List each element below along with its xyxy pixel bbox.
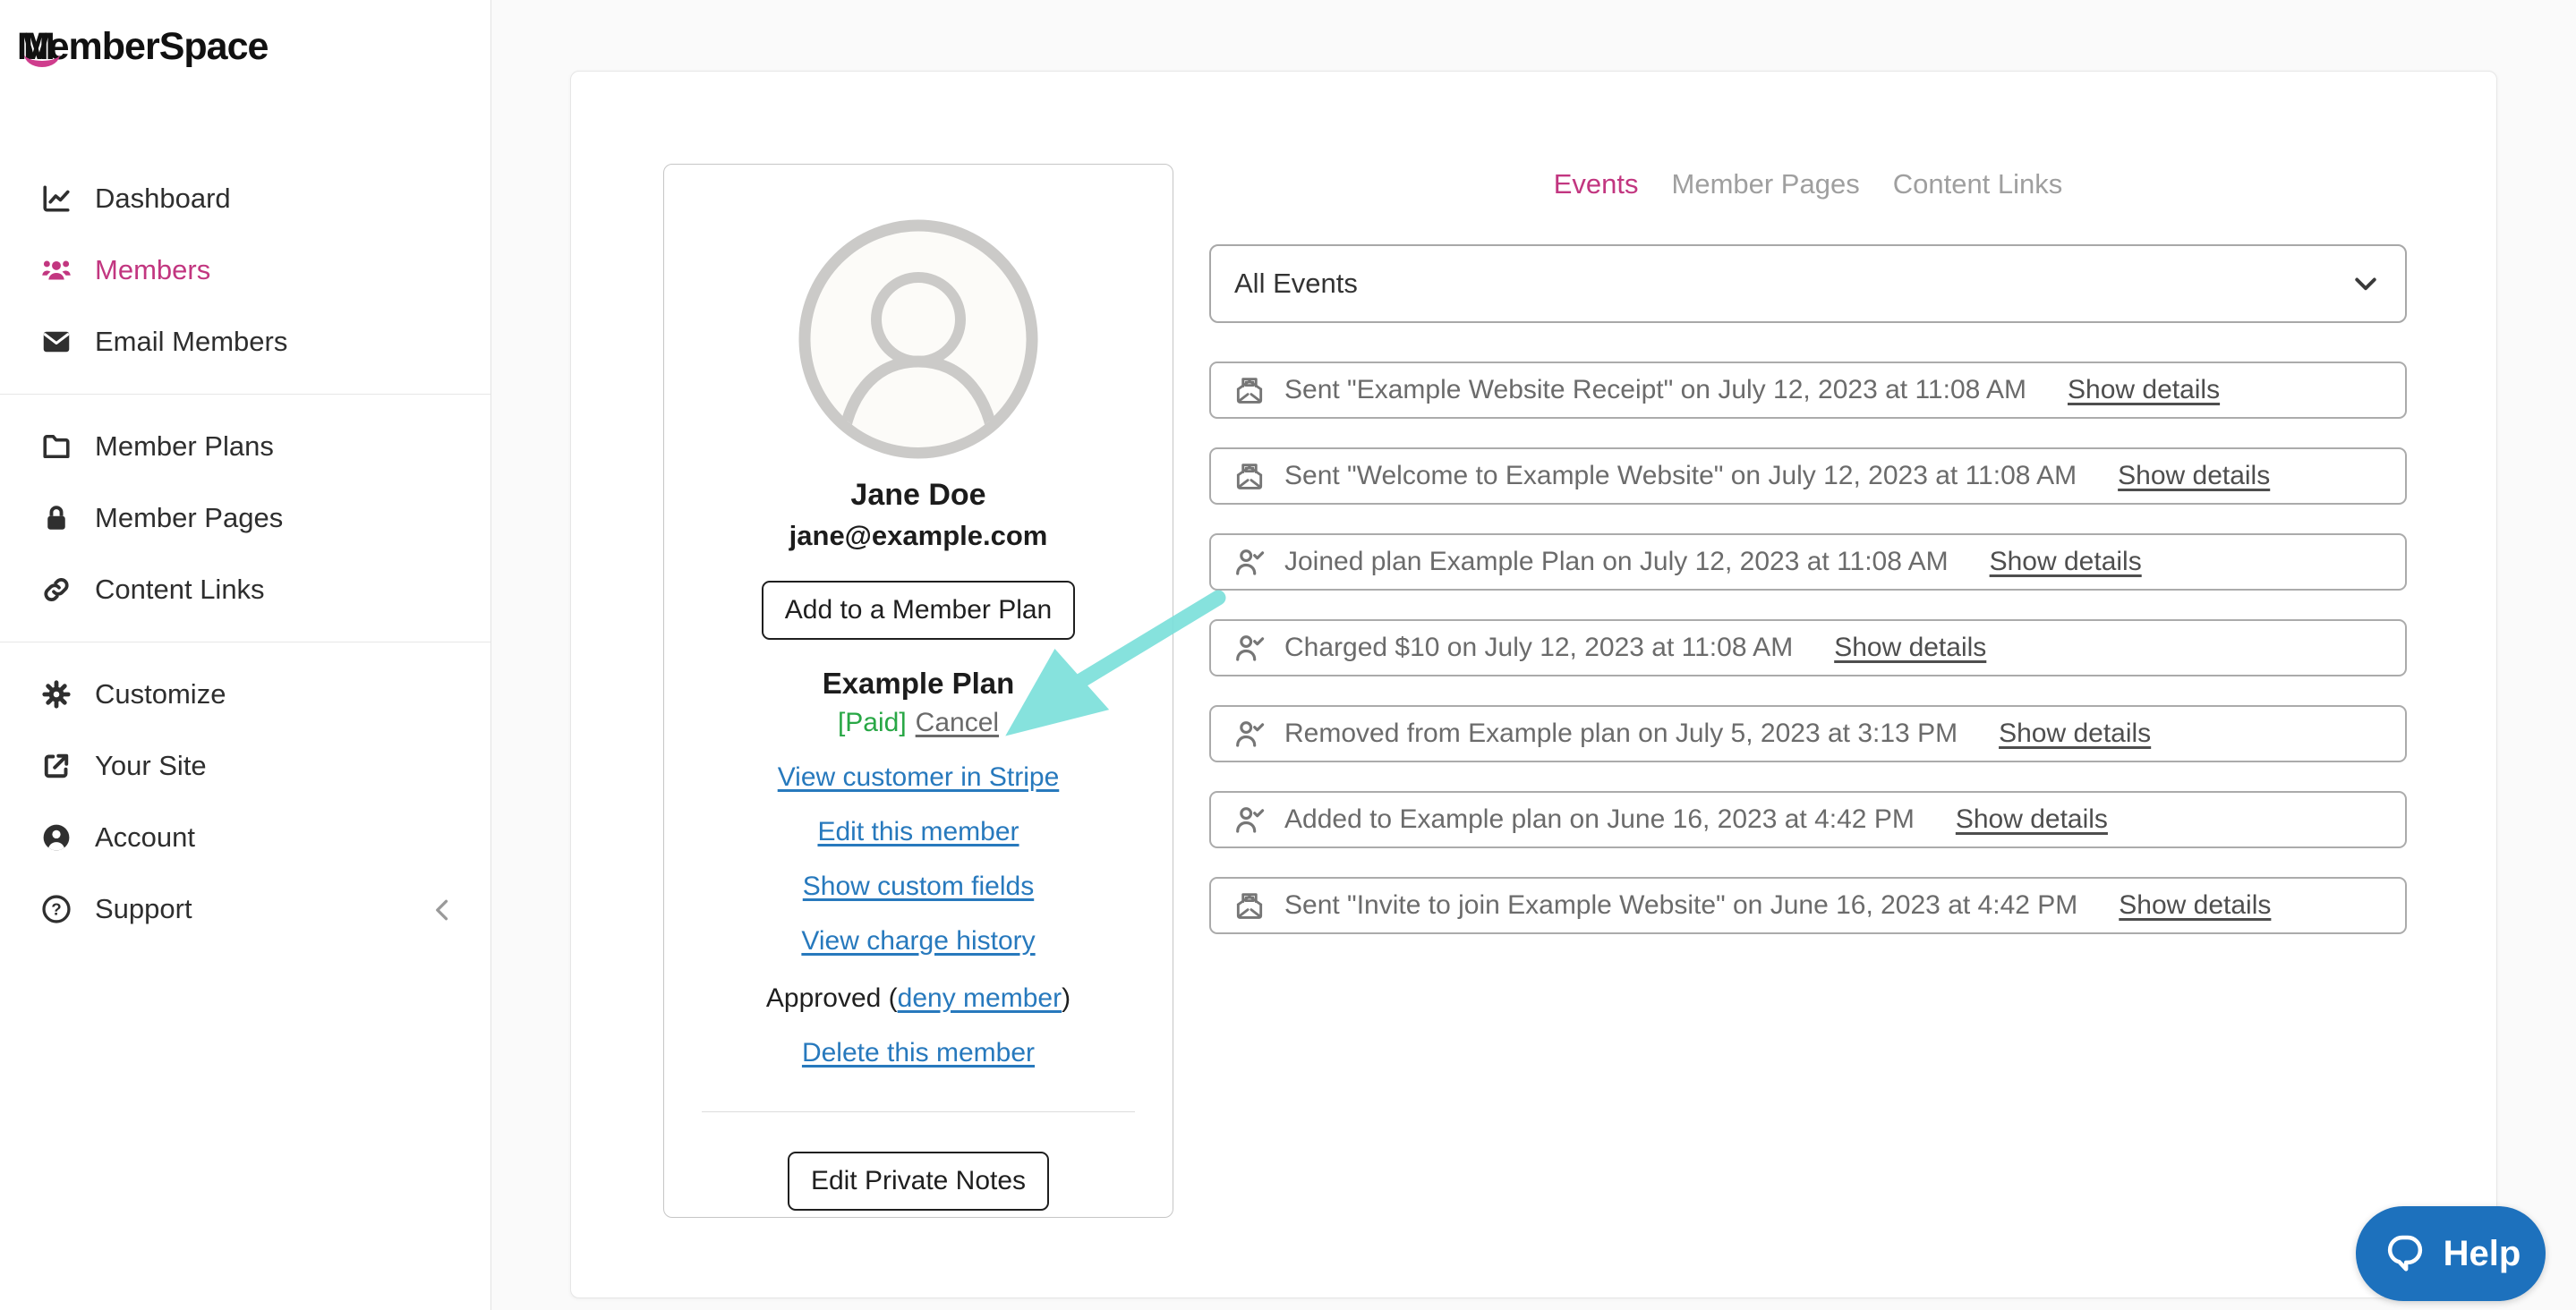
detail-tabs: Events Member Pages Content Links [1209,168,2407,200]
event-row: Charged $10 on July 12, 2023 at 11:08 AM… [1209,619,2407,676]
plan-name: Example Plan [822,667,1015,700]
sidebar-item-customize[interactable]: Customize [0,659,490,730]
event-text: Sent "Example Website Receipt" on July 1… [1284,375,2026,404]
event-text: Sent "Invite to join Example Website" on… [1284,890,2078,920]
memberspace-app: MM MemberSpace Dashboard Members Emai [0,0,2576,1310]
sidebar-item-label: Customize [95,678,226,710]
sidebar-nav: Dashboard Members Email Members Member P… [0,163,490,945]
event-row: Sent "Example Website Receipt" on July 1… [1209,362,2407,419]
events-filter-value: All Events [1234,268,1358,299]
plan-status-row: [Paid] Cancel [838,708,999,738]
envelope-icon [39,325,73,359]
folder-icon [39,430,73,464]
events-filter-dropdown[interactable]: All Events [1209,244,2407,323]
sidebar-item-label: Member Pages [95,502,284,533]
show-details-link[interactable]: Show details [1999,719,2151,749]
chevron-down-icon [2350,268,2382,300]
sidebar-item-label: Account [95,821,196,853]
show-custom-fields-link[interactable]: Show custom fields [803,872,1034,902]
user-check-icon [1233,717,1267,751]
event-text: Charged $10 on July 12, 2023 at 11:08 AM [1284,633,1794,662]
sidebar-divider [0,394,490,395]
event-text: Joined plan Example Plan on July 12, 202… [1284,547,1949,576]
show-details-link[interactable]: Show details [1990,547,2142,577]
member-name: Jane Doe [850,478,986,512]
approved-text: Approved ( [765,983,898,1013]
sidebar-item-label: Support [95,893,192,924]
event-row: Sent "Invite to join Example Website" on… [1209,877,2407,934]
brand-logo-text: MM [23,25,60,69]
user-check-icon [1233,631,1267,665]
sidebar-item-label: Content Links [95,574,265,605]
user-check-icon [1233,545,1267,579]
avatar [798,218,1039,460]
events-list: Sent "Example Website Receipt" on July 1… [1209,362,2407,963]
event-text: Removed from Example plan on July 5, 202… [1284,719,1958,748]
edit-this-member-link[interactable]: Edit this member [817,817,1019,847]
view-customer-in-stripe-link[interactable]: View customer in Stripe [778,762,1060,793]
sidebar-item-members[interactable]: Members [0,234,490,306]
deny-member-link[interactable]: deny member [898,983,1062,1013]
member-profile-panel: Jane Doe jane@example.com Add to a Membe… [663,164,1173,1218]
sidebar-item-label: Members [95,254,211,285]
sidebar-item-label: Dashboard [95,183,231,214]
tab-member-pages[interactable]: Member Pages [1672,168,1860,200]
view-charge-history-link[interactable]: View charge history [801,926,1035,957]
event-text: Sent "Welcome to Example Website" on Jul… [1284,461,2077,490]
external-link-icon [39,749,73,783]
sidebar-item-label: Your Site [95,750,207,781]
envelope-open-text-icon [1233,889,1267,923]
sidebar-item-email-members[interactable]: Email Members [0,306,490,378]
add-to-member-plan-button[interactable]: Add to a Member Plan [761,581,1076,640]
sidebar-item-label: Email Members [95,326,288,357]
user-check-icon [1233,803,1267,837]
user-circle-icon [39,821,73,855]
sidebar: MM MemberSpace Dashboard Members Emai [0,0,491,1310]
chart-line-icon [39,182,73,216]
gear-icon [39,677,73,711]
event-row: Added to Example plan on June 16, 2023 a… [1209,791,2407,848]
panel-divider [702,1111,1135,1112]
help-button-label: Help [2443,1233,2521,1273]
member-detail-card: Jane Doe jane@example.com Add to a Membe… [570,71,2497,1298]
brand-logo[interactable]: MM MemberSpace [17,25,269,69]
chat-bubble-icon [2381,1229,2429,1278]
sidebar-item-dashboard[interactable]: Dashboard [0,163,490,234]
paid-status-badge: [Paid] [837,708,907,737]
event-row: Joined plan Example Plan on July 12, 202… [1209,533,2407,591]
chevron-left-icon[interactable] [426,894,456,924]
sidebar-item-member-plans[interactable]: Member Plans [0,411,490,482]
edit-private-notes-button[interactable]: Edit Private Notes [787,1152,1050,1211]
question-circle-icon: ? [39,892,73,926]
tab-events[interactable]: Events [1554,168,1639,200]
event-row: Sent "Welcome to Example Website" on Jul… [1209,447,2407,505]
tab-content-links[interactable]: Content Links [1893,168,2063,200]
envelope-open-text-icon [1233,459,1267,493]
approved-text-close: ) [1062,983,1071,1013]
envelope-open-text-icon [1233,373,1267,407]
show-details-link[interactable]: Show details [2119,890,2271,921]
sidebar-item-support[interactable]: ? Support [0,873,490,945]
show-details-link[interactable]: Show details [1956,804,2108,835]
approval-status: Approved (deny member) [766,983,1070,1014]
help-button[interactable]: Help [2356,1206,2546,1301]
delete-this-member-link[interactable]: Delete this member [802,1038,1035,1068]
sidebar-item-account[interactable]: Account [0,802,490,873]
show-details-link[interactable]: Show details [2118,461,2270,491]
member-email: jane@example.com [789,520,1048,551]
sidebar-item-label: Member Plans [95,430,274,462]
users-icon [39,253,73,287]
event-row: Removed from Example plan on July 5, 202… [1209,705,2407,762]
show-details-link[interactable]: Show details [2068,375,2220,405]
svg-text:?: ? [51,900,61,919]
lock-icon [39,501,73,535]
link-icon [39,573,73,607]
sidebar-item-content-links[interactable]: Content Links [0,554,490,625]
event-text: Added to Example plan on June 16, 2023 a… [1284,804,1915,834]
sidebar-item-your-site[interactable]: Your Site [0,730,490,802]
show-details-link[interactable]: Show details [1834,633,1986,663]
cancel-plan-link[interactable]: Cancel [916,708,999,738]
sidebar-item-member-pages[interactable]: Member Pages [0,482,490,554]
